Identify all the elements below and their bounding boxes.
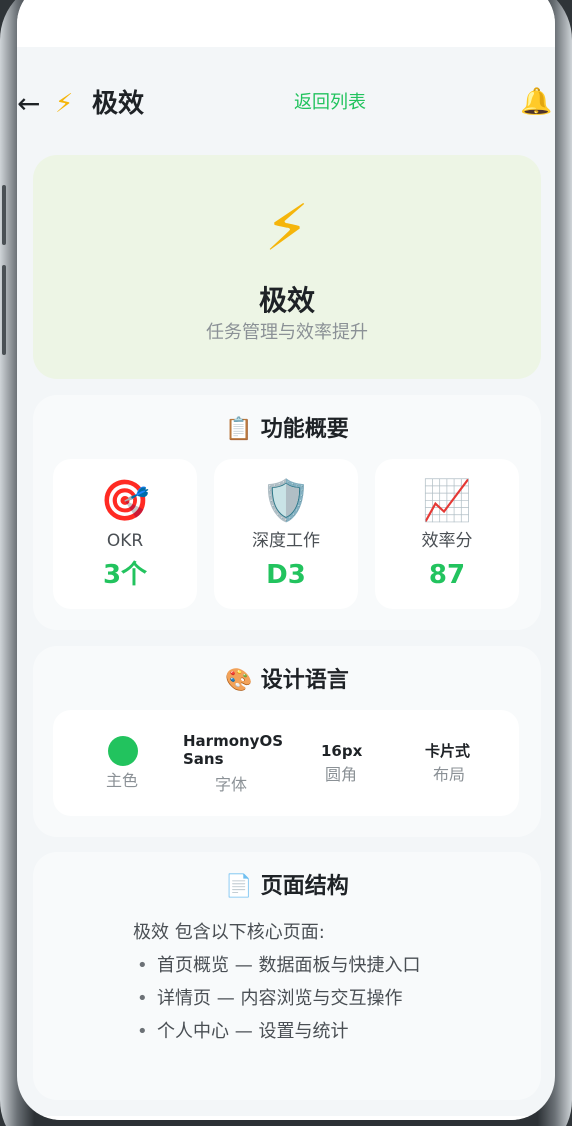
lightning-icon: ⚡ [55,89,74,119]
volume-button [2,185,6,245]
pages-section: 📄 页面结构 极效 包含以下核心页面: • 首页概览 — 数据面板与快捷入口 • 详情… [33,852,541,1100]
design-section: 🎨 设计语言 主色 HarmonyOS Sans 字体 16px 圆角 卡片式 布… [33,646,541,837]
list-item: • 详情页 — 内容浏览与交互操作 [137,988,403,1009]
list-item-text: 详情页 — 内容浏览与交互操作 [157,988,403,1009]
stat-card-okr[interactable]: 🎯 OKR 3个 [53,459,197,609]
hero-subtitle: 任务管理与效率提升 [206,322,368,343]
bottom-edge [17,1116,555,1120]
stat-label: 效率分 [421,531,473,551]
token-primary-color: 主色 [93,710,153,816]
section-title: 📋 功能概要 [33,415,541,445]
features-section: 📋 功能概要 🎯 OKR 3个 🛡️ 深度工作 D3 📈 效率分 87 [33,395,541,630]
token-value: HarmonyOS Sans [183,732,284,768]
stat-label: 深度工作 [252,531,320,551]
design-tokens-card: 主色 HarmonyOS Sans 字体 16px 圆角 卡片式 布局 [53,710,519,816]
list-item-text: 个人中心 — 设置与统计 [157,1021,349,1042]
token-caption: 布局 [433,765,466,784]
section-title: 📄 页面结构 [33,872,541,902]
hero-title: 极效 [258,284,315,317]
list-item: • 首页概览 — 数据面板与快捷入口 [137,955,421,976]
token-font: HarmonyOS Sans 字体 [181,710,291,816]
section-title-text: 功能概要 [260,417,349,442]
primary-color-swatch [108,736,138,766]
list-item-text: 首页概览 — 数据面板与快捷入口 [157,955,421,976]
document-icon: 📄 [225,874,253,899]
stat-label: OKR [106,531,144,551]
pages-intro: 极效 包含以下核心页面: [133,922,325,943]
power-button [2,265,6,355]
palette-icon: 🎨 [225,668,253,693]
token-caption: 主色 [106,771,139,790]
stat-card-efficiency[interactable]: 📈 效率分 87 [375,459,519,609]
token-caption: 字体 [215,775,248,794]
stat-value: D3 [266,560,306,590]
bell-icon[interactable]: 🔔 [520,86,552,118]
token-value: 卡片式 [425,742,471,760]
token-layout: 卡片式 布局 [421,710,501,816]
top-bar: ← ⚡ 极效 返回列表 🔔 [17,84,555,128]
token-radius: 16px 圆角 [311,710,391,816]
section-title-text: 页面结构 [260,874,349,899]
lightning-icon: ⚡ [264,192,310,266]
stat-value: 87 [428,560,466,590]
section-title: 🎨 设计语言 [33,666,541,696]
chart-up-icon: 📈 [422,478,472,524]
stat-value: 3个 [102,560,148,590]
shield-icon: 🛡️ [261,478,311,524]
hero-card: ⚡ 极效 任务管理与效率提升 [33,155,541,379]
token-caption: 圆角 [325,765,358,784]
status-bar [17,0,555,47]
list-item: • 个人中心 — 设置与统计 [137,1021,349,1042]
clipboard-icon: 📋 [225,417,253,442]
section-title-text: 设计语言 [260,668,349,693]
arrow-left-icon[interactable]: ← [17,88,40,120]
app-title: 极效 [92,89,145,119]
target-icon: 🎯 [100,478,150,524]
back-to-list-link[interactable]: 返回列表 [294,90,366,116]
stat-card-deep-work[interactable]: 🛡️ 深度工作 D3 [214,459,358,609]
app-screen: ← ⚡ 极效 返回列表 🔔 ⚡ 极效 任务管理与效率提升 📋 功能概要 🎯 OKR… [17,0,555,1120]
token-value: 16px [321,742,363,760]
